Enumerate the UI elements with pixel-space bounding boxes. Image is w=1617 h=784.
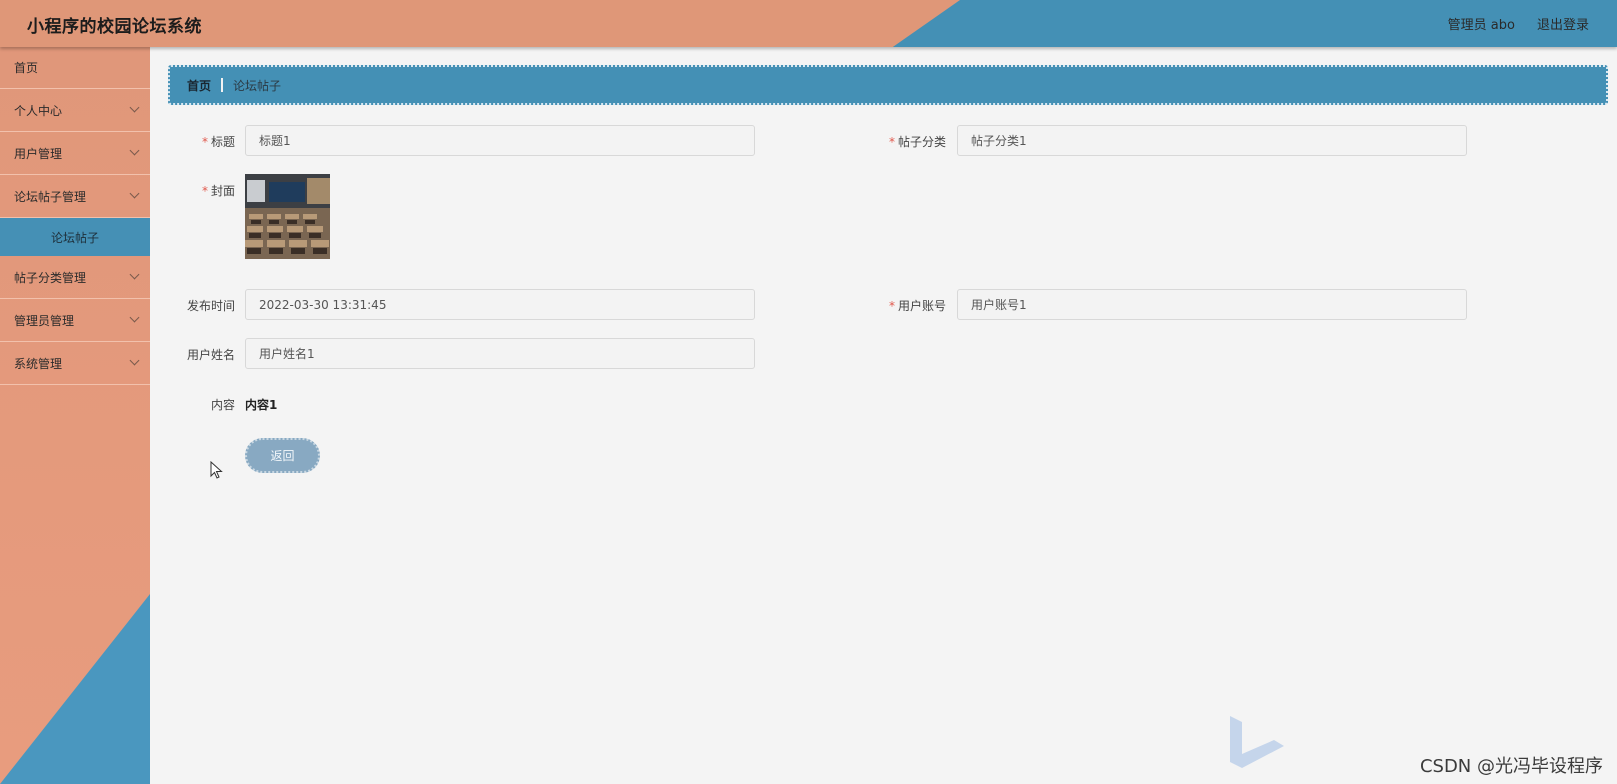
sidebar-menu: 首页 个人中心 用户管理 论坛帖子管理 论坛帖子 帖子分类管理 管理员管理 系统… xyxy=(0,47,150,784)
publish-time-label: 发布时间 xyxy=(145,297,235,314)
sidebar-item-label: 首页 xyxy=(14,61,39,75)
logout-link[interactable]: 退出登录 xyxy=(1537,14,1589,33)
chevron-down-icon xyxy=(129,355,140,366)
sidebar-item-label: 论坛帖子管理 xyxy=(14,189,87,204)
sidebar-item-label: 系统管理 xyxy=(14,356,63,371)
header-user-area: 管理员 abo 退出登录 xyxy=(1448,14,1589,33)
current-user-label: 管理员 abo xyxy=(1447,18,1515,33)
title-input[interactable] xyxy=(245,125,755,156)
chevron-down-icon xyxy=(129,188,140,199)
sidebar-item-label: 帖子分类管理 xyxy=(14,270,87,285)
chevron-down-icon xyxy=(129,312,140,323)
cover-label: * 封面 xyxy=(145,182,235,199)
publish-time-input[interactable] xyxy=(245,289,755,320)
cover-label-text: 封面 xyxy=(210,184,235,198)
classroom-image xyxy=(245,174,330,259)
sidebar-item-label: 个人中心 xyxy=(14,103,63,118)
title-label-text: 标题 xyxy=(210,135,235,149)
sidebar-item-forum-post-management[interactable]: 论坛帖子管理 xyxy=(0,175,150,218)
sidebar-item-personal-center[interactable]: 个人中心 xyxy=(0,89,150,132)
sidebar-item-label: 用户管理 xyxy=(14,146,63,161)
chevron-down-icon xyxy=(129,269,140,280)
sidebar-item-category-management[interactable]: 帖子分类管理 xyxy=(0,256,150,299)
watermark-logo-icon xyxy=(1230,716,1284,768)
category-label-text: 帖子分类 xyxy=(897,135,946,149)
breadcrumb-home-link[interactable]: 首页 xyxy=(187,77,211,94)
title-label: * 标题 xyxy=(145,133,235,150)
cover-image[interactable] xyxy=(245,174,330,259)
breadcrumb-current: 论坛帖子 xyxy=(233,78,282,93)
content-label-text: 内容 xyxy=(210,398,235,412)
sidebar-item-admin-management[interactable]: 管理员管理 xyxy=(0,299,150,342)
content-label: 内容 xyxy=(145,396,235,413)
chevron-down-icon xyxy=(129,102,140,113)
sidebar-item-system-management[interactable]: 系统管理 xyxy=(0,342,150,385)
breadcrumb-separator xyxy=(221,78,224,92)
account-label: * 用户账号 xyxy=(856,297,946,314)
chevron-down-icon xyxy=(129,145,140,156)
category-label: * 帖子分类 xyxy=(856,133,946,150)
username-input[interactable] xyxy=(245,338,755,369)
content-value: 内容1 xyxy=(245,398,278,412)
account-label-text: 用户账号 xyxy=(897,299,946,313)
sidebar-subitem-forum-posts[interactable]: 论坛帖子 xyxy=(0,218,150,256)
app-title: 小程序的校园论坛系统 xyxy=(27,17,202,37)
sidebar-item-label: 管理员管理 xyxy=(14,313,75,328)
required-mark: * xyxy=(201,135,208,149)
sidebar-corner-decoration xyxy=(0,594,150,784)
category-input[interactable] xyxy=(957,125,1467,156)
required-mark: * xyxy=(201,184,208,198)
required-mark: * xyxy=(888,135,895,149)
sidebar-item-user-management[interactable]: 用户管理 xyxy=(0,132,150,175)
username-label: 用户姓名 xyxy=(145,346,235,363)
required-mark: * xyxy=(888,299,895,313)
back-button[interactable]: 返回 xyxy=(245,438,320,473)
sidebar-subitem-label: 论坛帖子 xyxy=(50,230,99,245)
account-input[interactable] xyxy=(957,289,1467,320)
breadcrumb: 首页 论坛帖子 xyxy=(168,65,1608,105)
mouse-cursor-icon xyxy=(210,461,223,479)
username-label-text: 用户姓名 xyxy=(186,348,235,362)
top-header: 小程序的校园论坛系统 管理员 abo 退出登录 xyxy=(0,0,1617,47)
csdn-watermark: CSDN @光冯毕设程序 xyxy=(1419,756,1603,777)
sidebar-item-home[interactable]: 首页 xyxy=(0,47,150,89)
publish-time-label-text: 发布时间 xyxy=(186,299,235,313)
